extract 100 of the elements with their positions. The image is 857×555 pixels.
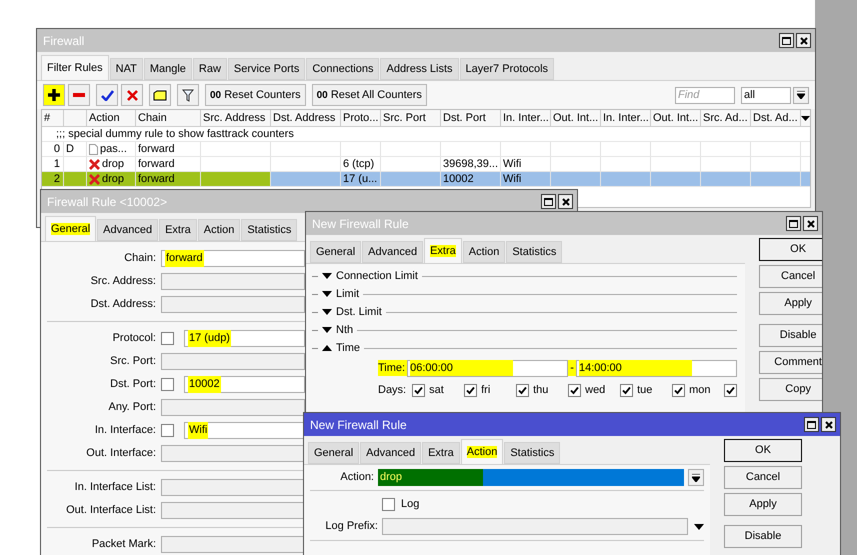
tab[interactable]: Statistics [504, 442, 560, 464]
cross-icon[interactable] [121, 84, 143, 106]
input-field[interactable]: forward [161, 250, 305, 267]
column-header[interactable]: In. Inter... [601, 110, 651, 126]
tab[interactable]: Statistics [241, 219, 298, 241]
input-field[interactable]: 14:00:00 [576, 360, 738, 376]
dialog-button[interactable]: OK [724, 439, 802, 462]
tab[interactable]: General [310, 241, 362, 263]
close-icon[interactable] [806, 220, 814, 228]
input-field[interactable]: 06:00:00 [407, 360, 568, 376]
column-header[interactable]: Action [87, 110, 136, 126]
input-field[interactable]: 17 (udp) [184, 330, 305, 347]
input-field[interactable] [161, 273, 305, 290]
filter-icon[interactable] [177, 84, 199, 106]
input-field[interactable]: Wifi [184, 422, 305, 439]
tab[interactable]: Extra [424, 238, 462, 263]
tab[interactable]: Raw [192, 58, 227, 80]
tab[interactable]: Address Lists [380, 58, 459, 80]
maximize-button[interactable] [541, 194, 556, 209]
dialog-button[interactable]: Cancel [759, 265, 822, 288]
tab[interactable]: Connections [306, 58, 380, 80]
close-icon[interactable] [824, 420, 832, 428]
remove-icon[interactable] [68, 84, 90, 106]
column-header[interactable]: Chain [136, 110, 201, 126]
column-header[interactable]: Src. Port [381, 110, 441, 126]
tab[interactable]: Action [198, 219, 240, 241]
checkbox[interactable] [568, 384, 582, 396]
close-icon[interactable] [800, 36, 808, 44]
tab[interactable]: Extra [159, 219, 197, 241]
tab[interactable]: Service Ports [228, 58, 306, 80]
column-header[interactable]: Out. Int... [651, 110, 701, 126]
find-field[interactable]: Find [675, 86, 735, 104]
close-button[interactable] [821, 417, 836, 432]
input-field[interactable] [161, 353, 305, 370]
close-button[interactable] [803, 216, 818, 231]
column-header[interactable]: In. Inter... [501, 110, 551, 126]
reset-counters-button[interactable]: 00 Reset Counters [205, 84, 306, 106]
expand-icon[interactable] [322, 309, 332, 315]
reset-counters-button[interactable]: 00 Reset All Counters [312, 84, 427, 106]
column-header[interactable]: Dst. Ad... [751, 110, 801, 126]
tab[interactable]: Advanced [97, 219, 158, 241]
tab[interactable]: General [45, 216, 96, 241]
tab[interactable]: General [308, 442, 360, 464]
checkbox[interactable] [161, 424, 174, 437]
column-header[interactable]: Out. Int... [551, 110, 601, 126]
tab[interactable]: Filter Rules [41, 55, 109, 80]
tab[interactable]: Extra [422, 442, 460, 464]
checkbox[interactable] [382, 498, 395, 510]
checkbox[interactable] [464, 384, 478, 396]
close-icon[interactable] [562, 198, 570, 206]
dialog-button[interactable]: Copy [759, 378, 822, 401]
checkbox[interactable] [724, 384, 738, 396]
input-field[interactable] [161, 445, 305, 462]
tab[interactable]: Advanced [360, 442, 422, 464]
checkbox[interactable] [161, 378, 174, 391]
input-field[interactable] [161, 296, 305, 313]
action-dropdown[interactable]: drop [378, 469, 684, 486]
input-field[interactable]: 10002 [184, 376, 305, 393]
column-header[interactable]: Src. Ad... [701, 110, 751, 126]
dropdown-arrow-icon[interactable] [797, 91, 805, 99]
checkbox[interactable] [161, 332, 174, 345]
tab[interactable]: Action [462, 241, 506, 263]
dropdown-button[interactable] [688, 469, 704, 486]
dialog-button[interactable]: Apply [724, 493, 802, 516]
tab[interactable]: Layer7 Protocols [460, 58, 554, 80]
tab[interactable]: Statistics [506, 241, 562, 263]
input-field[interactable] [161, 479, 305, 496]
expand-icon[interactable] [322, 327, 332, 333]
tab[interactable]: Mangle [144, 58, 192, 80]
column-header[interactable]: # [42, 110, 64, 126]
close-button[interactable] [558, 194, 573, 209]
check-icon[interactable] [96, 84, 118, 106]
add-icon[interactable] [43, 84, 65, 106]
expand-icon[interactable] [322, 273, 332, 279]
dialog-button[interactable]: Disable [759, 324, 822, 347]
maximize-button[interactable] [779, 33, 794, 48]
dropdown-button[interactable] [793, 86, 809, 104]
column-header[interactable]: Src. Address [201, 110, 271, 126]
maximize-button[interactable] [786, 216, 801, 231]
checkbox[interactable] [620, 384, 634, 396]
input-field[interactable] [382, 518, 688, 535]
column-header[interactable]: Dst. Port [441, 110, 501, 126]
dropdown-icon[interactable] [694, 524, 704, 530]
table-row[interactable]: 2 drop forward 17 (u... 10002 Wifi [42, 172, 810, 187]
dialog-button[interactable]: Cancel [724, 466, 802, 489]
close-button[interactable] [796, 33, 811, 48]
dialog-button[interactable]: OK [759, 238, 822, 261]
input-field[interactable] [161, 536, 305, 553]
checkbox[interactable] [672, 384, 686, 396]
checkbox[interactable] [412, 384, 426, 396]
dropdown-arrow-icon[interactable] [692, 474, 700, 482]
dialog-button[interactable]: Disable [724, 525, 802, 548]
table-row[interactable]: 0 D pas... forward [42, 142, 810, 157]
input-field[interactable] [161, 399, 305, 416]
note-icon[interactable] [149, 84, 171, 106]
expand-icon[interactable] [322, 291, 332, 297]
input-field[interactable] [161, 502, 305, 519]
maximize-button[interactable] [804, 417, 819, 432]
tab[interactable]: Advanced [362, 241, 424, 263]
tab[interactable]: NAT [110, 58, 143, 80]
